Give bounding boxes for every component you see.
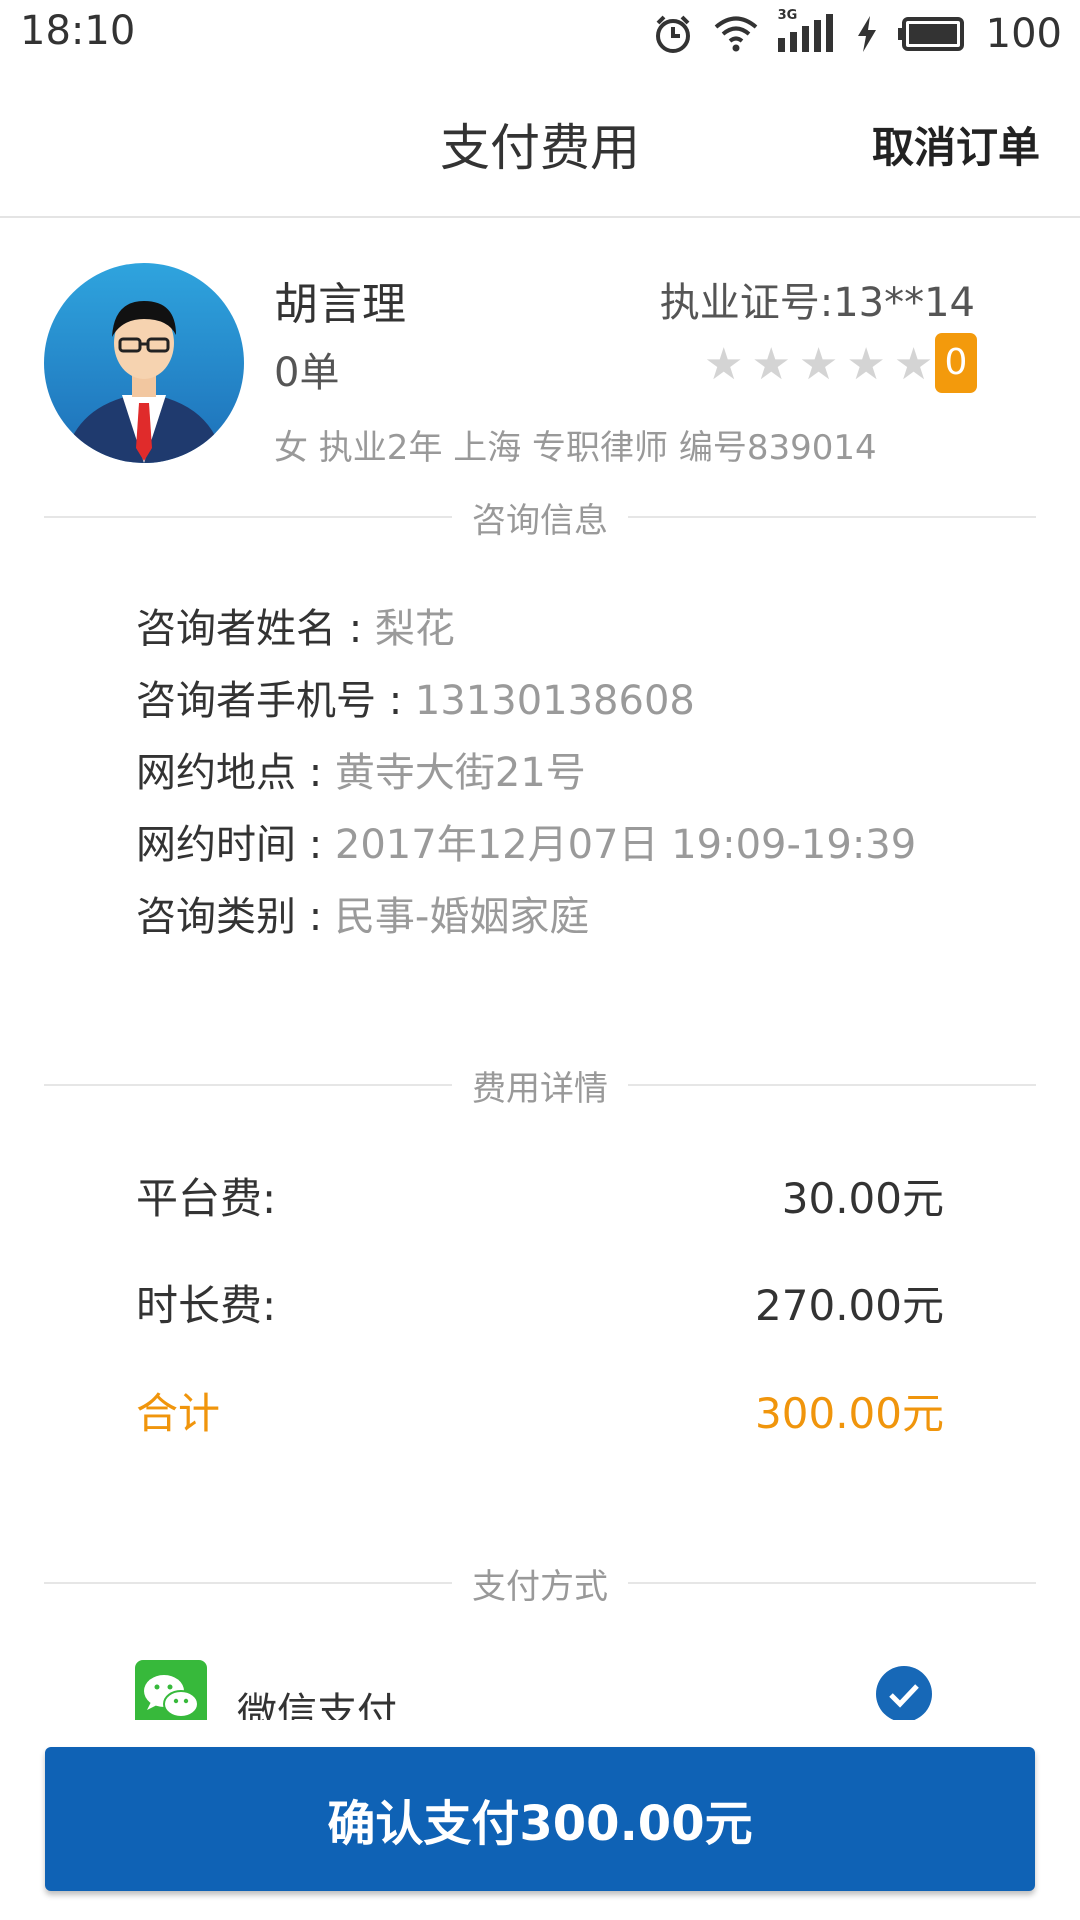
star-icon: ★ — [893, 339, 934, 390]
consult-row: 咨询者姓名 : 梨花 — [136, 596, 455, 654]
star-icon: ★ — [751, 339, 791, 390]
consult-row: 网约地点 : 黄寺大街21号 — [136, 740, 586, 798]
wifi-icon — [714, 16, 758, 52]
battery-icon — [897, 16, 966, 52]
star-icon: ★ — [704, 339, 744, 390]
platform-fee-label: 平台费: — [136, 1174, 277, 1223]
order-count: 0单 — [274, 350, 340, 396]
consult-row-label: 咨询者手机号 : — [136, 678, 415, 724]
payment-method-label: 微信支付 — [237, 1690, 397, 1720]
consult-row-value: 2017年12月07日 19:09-19:39 — [334, 822, 917, 868]
duration-fee-row: 时长费: 270.00元 — [136, 1272, 944, 1333]
total-fee-label: 合计 — [136, 1389, 221, 1438]
star-icon: ★ — [798, 339, 839, 390]
payment-method-wechat[interactable]: 微信支付 — [0, 1650, 1080, 1720]
consult-row: 咨询者手机号 : 13130138608 — [136, 668, 695, 726]
platform-fee-row: 平台费: 30.00元 — [136, 1165, 944, 1226]
charging-icon — [856, 16, 878, 52]
status-time: 18:10 — [20, 8, 136, 54]
cancel-order-button[interactable]: 取消订单 — [872, 114, 1040, 175]
payment-section-divider: 支付方式 — [44, 1558, 1036, 1608]
consult-row: 网约时间 : 2017年12月07日 19:09-19:39 — [136, 812, 916, 870]
confirm-pay-button[interactable]: 确认支付300.00元 — [45, 1747, 1035, 1891]
rating-stars: ★ ★ ★ ★ ★ — [704, 343, 933, 387]
signal-3g-icon: 3G — [777, 8, 836, 56]
battery-level: 100 — [985, 11, 1062, 57]
section-title: 咨询信息 — [472, 500, 608, 541]
consult-row-value: 13130138608 — [414, 678, 695, 724]
header: 支付费用 取消订单 — [0, 70, 1080, 218]
consult-row-label: 咨询类别 : — [136, 894, 335, 940]
lawyer-name: 胡言理 — [274, 279, 406, 330]
rating-badge: 0 — [935, 333, 977, 393]
wechat-icon — [135, 1660, 207, 1720]
total-fee-row: 合计 300.00元 — [136, 1380, 944, 1441]
duration-fee-label: 时长费: — [136, 1281, 277, 1330]
status-bar: 18:10 3G 100 — [0, 0, 1080, 70]
total-fee-value: 300.00元 — [755, 1389, 944, 1438]
lawyer-info: 女 执业2年 上海 专职律师 编号839014 — [274, 428, 877, 468]
star-icon: ★ — [846, 339, 886, 390]
consult-row-label: 咨询者姓名 : — [136, 606, 375, 652]
consult-section-divider: 咨询信息 — [44, 492, 1036, 542]
license-number: 执业证号:13**14 — [659, 280, 975, 326]
check-icon[interactable] — [876, 1666, 932, 1720]
lawyer-avatar — [44, 263, 244, 463]
consult-row: 咨询类别 : 民事-婚姻家庭 — [136, 884, 589, 942]
fees-section-divider: 费用详情 — [44, 1060, 1036, 1110]
consult-row-value: 梨花 — [374, 606, 455, 652]
consult-row-value: 民事-婚姻家庭 — [334, 894, 590, 940]
platform-fee-value: 30.00元 — [781, 1174, 944, 1223]
consult-row-label: 网约地点 : — [136, 750, 335, 796]
section-title: 费用详情 — [472, 1068, 608, 1109]
consult-row-value: 黄寺大街21号 — [334, 750, 586, 796]
status-icons: 3G 100 — [652, 8, 1062, 60]
alarm-icon — [652, 13, 694, 55]
duration-fee-value: 270.00元 — [755, 1281, 944, 1330]
section-title: 支付方式 — [472, 1566, 608, 1607]
consult-row-label: 网约时间 : — [136, 822, 335, 868]
